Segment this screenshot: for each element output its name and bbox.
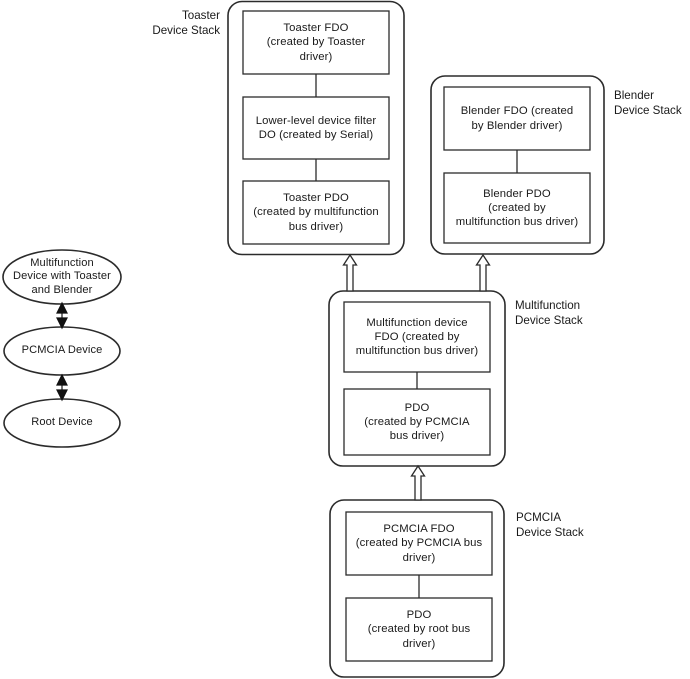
arrow-multifunction-to-blender <box>475 253 491 292</box>
caption-toaster-device-stack: Toaster Device Stack <box>152 9 220 37</box>
multifunction-device-label: Multifunction Device with Toaster and Bl… <box>13 256 111 296</box>
root-device-label: Root Device <box>31 416 93 429</box>
multifunction-pdo-label: PDO (created by PCMCIA bus driver) <box>364 401 470 443</box>
caption-blender-device-stack: Blender Device Stack <box>614 89 682 117</box>
multifunction-fdo-label: Multifunction device FDO (created by mul… <box>355 316 479 358</box>
pcmcia-pdo-label: PDO (created by root bus driver) <box>367 609 471 650</box>
arrow-multifunction-to-toaster <box>342 253 358 292</box>
arrow-multifunction-to-pcmcia-device <box>56 301 68 330</box>
toaster-fdo-label: Toaster FDO (created by Toaster driver) <box>266 22 366 63</box>
arrow-pcmcia-to-multifunction <box>410 464 426 501</box>
toaster-filter-do-label: Lower-level device filter DO (created by… <box>255 114 377 141</box>
pcmcia-fdo-label: PCMCIA FDO (created by PCMCIA bus driver… <box>355 523 483 564</box>
blender-pdo-label: Blender PDO (created by multifunction bu… <box>455 187 579 229</box>
pcmcia-device-label: PCMCIA Device <box>21 344 103 357</box>
blender-fdo-label: Blender FDO (created by Blender driver) <box>460 105 574 132</box>
toaster-pdo-label: Toaster PDO (created by multifunction bu… <box>253 192 379 233</box>
arrow-pcmcia-to-root-device <box>56 373 68 402</box>
device-stack-diagram: Toaster Device Stack Blender Device Stac… <box>0 0 690 679</box>
caption-pcmcia-device-stack: PCMCIA Device Stack <box>516 511 584 539</box>
caption-multifunction-device-stack: Multifunction Device Stack <box>515 299 583 327</box>
